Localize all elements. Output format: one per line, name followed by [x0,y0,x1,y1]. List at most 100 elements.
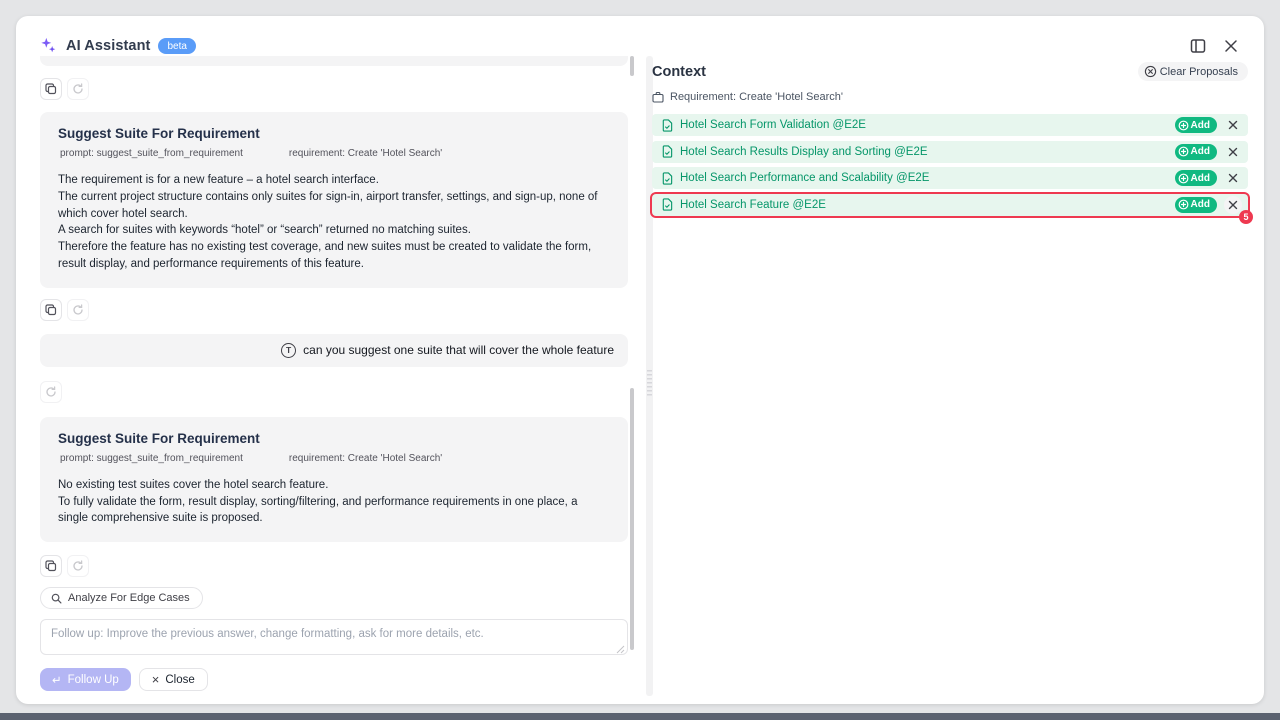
plus-circle-icon [1178,199,1189,210]
resize-handle[interactable] [615,644,625,654]
analyze-edge-cases-button[interactable]: Analyze For Edge Cases [40,587,203,609]
proposal-row[interactable]: Hotel Search Performance and Scalability… [652,167,1248,189]
chat-scrollbar[interactable] [630,388,634,650]
context-title: Context [652,64,706,80]
copy-button[interactable] [40,299,62,321]
requirement-label: Requirement: Create 'Hotel Search' [670,91,843,103]
requirement-meta: requirement: Create 'Hotel Search' [289,148,442,159]
plus-circle-icon [1178,120,1189,131]
follow-up-label: Follow Up [68,674,119,686]
panel-title: AI Assistant [66,38,150,54]
clear-proposals-button[interactable]: Clear Proposals [1138,62,1248,81]
close-icon [1228,200,1238,210]
sparkles-icon [40,37,58,55]
file-check-icon [661,145,673,158]
context-panel: Context Clear Proposals Requirement: Cre… [652,62,1248,216]
card-line: The requirement is for a new feature – a… [58,172,610,189]
return-icon: ↵ [52,673,62,687]
close-icon [1228,120,1238,130]
close-button[interactable]: × Close [139,668,208,691]
add-label: Add [1191,120,1210,131]
suggestion-row: Analyze For Edge Cases [40,587,628,609]
copy-button[interactable] [40,555,62,577]
remove-proposal-button[interactable] [1224,196,1242,214]
x-circle-icon [1144,65,1157,78]
add-proposal-button[interactable]: Add [1175,117,1217,133]
refresh-icon [72,304,84,316]
proposal-label: Hotel Search Feature @E2E [680,199,1168,211]
close-icon [1224,39,1238,53]
message-actions [40,381,628,403]
regenerate-button[interactable] [40,381,62,403]
message-actions [40,78,628,100]
close-icon: × [152,673,160,686]
close-panel-button[interactable] [1222,37,1240,55]
prompt-meta: prompt: suggest_suite_from_requirement [60,148,243,159]
card-line: To fully validate the form, result displ… [58,494,610,528]
proposal-label: Hotel Search Form Validation @E2E [680,119,1168,131]
user-message-text: can you suggest one suite that will cove… [303,343,614,357]
plus-circle-icon [1178,146,1189,157]
proposal-label: Hotel Search Results Display and Sorting… [680,146,1168,158]
copy-button[interactable] [40,78,62,100]
card-line: No existing test suites cover the hotel … [58,477,610,494]
regenerate-button[interactable] [67,78,89,100]
briefcase-icon [652,91,664,103]
refresh-icon [72,560,84,572]
chip-label: Analyze For Edge Cases [68,592,190,604]
message-actions [40,299,628,321]
copy-icon [45,560,57,572]
remove-proposal-button[interactable] [1224,143,1242,161]
add-proposal-button[interactable]: Add [1175,170,1217,186]
refresh-icon [72,83,84,95]
remove-proposal-button[interactable] [1224,169,1242,187]
proposal-row[interactable]: Hotel Search Results Display and Sorting… [652,141,1248,163]
proposal-item: Hotel Search Performance and Scalability… [652,167,1248,189]
prompt-meta: prompt: suggest_suite_from_requirement [60,453,243,464]
add-label: Add [1191,199,1210,210]
card-body: The requirement is for a new feature – a… [58,172,610,273]
context-requirement: Requirement: Create 'Hotel Search' [652,91,1248,103]
chat-scrollbar[interactable] [630,56,634,76]
proposal-label: Hotel Search Performance and Scalability… [680,172,1168,184]
composer-buttons: ↵ Follow Up × Close [40,668,628,691]
card-title: Suggest Suite For Requirement [58,126,610,141]
file-check-icon [661,172,673,185]
annotation-badge: 5 [1239,210,1253,224]
followup-input[interactable] [40,619,628,655]
remove-proposal-button[interactable] [1224,116,1242,134]
proposal-row[interactable]: Hotel Search Form Validation @E2E Add [652,114,1248,136]
assistant-card: Suggest Suite For Requirement prompt: su… [40,417,628,542]
copy-icon [45,83,57,95]
toggle-sidebar-button[interactable] [1188,36,1208,56]
close-label: Close [165,674,194,686]
card-title: Suggest Suite For Requirement [58,431,610,446]
assistant-card: Suggest Suite For Requirement prompt: su… [40,112,628,288]
clipped-message-bubble [40,56,628,66]
panel-layout-icon [1190,38,1206,54]
card-meta: prompt: suggest_suite_from_requirement r… [58,148,610,159]
regenerate-button[interactable] [67,299,89,321]
user-message: T can you suggest one suite that will co… [40,334,628,367]
requirement-meta: requirement: Create 'Hotel Search' [289,453,442,464]
close-icon [1228,147,1238,157]
followup-box [40,619,628,660]
card-line: Therefore the feature has no existing te… [58,239,610,273]
follow-up-button[interactable]: ↵ Follow Up [40,668,131,691]
add-label: Add [1191,173,1210,184]
proposal-item: Hotel Search Results Display and Sorting… [652,141,1248,163]
refresh-icon [45,386,57,398]
proposal-row[interactable]: Hotel Search Feature @E2E Add [652,194,1248,216]
chat-column: Suggest Suite For Requirement prompt: su… [40,56,628,702]
add-proposal-button[interactable]: Add [1175,144,1217,160]
card-body: No existing test suites cover the hotel … [58,477,610,527]
search-icon [51,593,62,604]
regenerate-button[interactable] [67,555,89,577]
user-avatar: T [281,343,296,358]
clear-proposals-label: Clear Proposals [1160,66,1238,78]
add-proposal-button[interactable]: Add [1175,197,1217,213]
beta-badge: beta [158,38,195,54]
proposal-item: Hotel Search Form Validation @E2E Add [652,114,1248,136]
resizer-grip-icon [647,370,652,396]
card-meta: prompt: suggest_suite_from_requirement r… [58,453,610,464]
